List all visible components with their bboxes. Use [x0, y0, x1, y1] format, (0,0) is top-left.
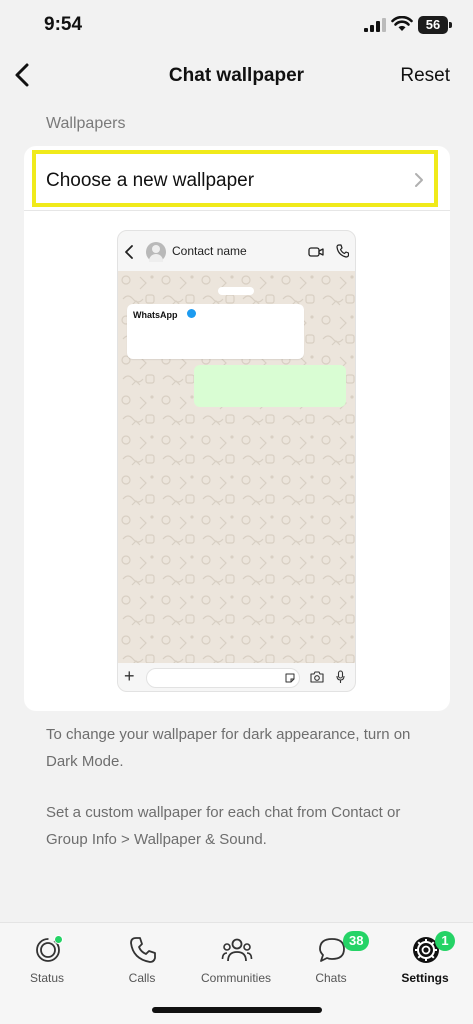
- preview-sender-name: WhatsApp: [133, 310, 178, 320]
- plus-icon: +: [124, 666, 135, 686]
- preview-chat-header: Contact name: [118, 231, 355, 271]
- tab-label: Communities: [200, 971, 272, 985]
- preview-outgoing-message: [194, 365, 346, 407]
- preview-date-chip: [218, 287, 254, 295]
- navigation-bar: Chat wallpaper Reset: [0, 52, 473, 100]
- chats-badge: 38: [343, 931, 370, 951]
- dark-mode-hint: To change your wallpaper for dark appear…: [46, 726, 411, 770]
- video-call-icon: [308, 247, 324, 257]
- wallpaper-card: Choose a new wallpaper Contact name What…: [24, 146, 450, 711]
- chevron-right-icon: [415, 173, 423, 187]
- section-label: Wallpapers: [46, 115, 126, 132]
- wallpaper-preview: Contact name WhatsApp +: [117, 230, 356, 692]
- tab-status[interactable]: Status: [2, 935, 92, 991]
- camera-icon: [310, 671, 324, 683]
- microphone-icon: [336, 670, 345, 683]
- preview-message-field: [146, 668, 300, 688]
- verified-badge-icon: [187, 309, 196, 318]
- preview-back-icon: [125, 245, 133, 259]
- custom-wallpaper-hint: Set a custom wallpaper for each chat fro…: [46, 804, 401, 848]
- choose-wallpaper-label: Choose a new wallpaper: [46, 170, 255, 191]
- tab-communities[interactable]: Communities: [191, 935, 281, 991]
- reset-button[interactable]: Reset: [400, 65, 450, 87]
- preview-incoming-message: WhatsApp: [127, 304, 304, 359]
- battery-icon: 56: [418, 16, 448, 34]
- preview-contact-name: Contact name: [172, 244, 247, 258]
- signal-icon: [364, 18, 386, 32]
- choose-wallpaper-row[interactable]: Choose a new wallpaper: [32, 150, 438, 207]
- tab-calls[interactable]: Calls: [97, 935, 187, 991]
- status-time: 9:54: [44, 14, 83, 35]
- tab-settings[interactable]: 1 Settings: [380, 931, 470, 991]
- battery-tip: [449, 22, 452, 28]
- phone-call-icon: [336, 244, 349, 258]
- wifi-icon: [391, 16, 413, 31]
- divider: [24, 210, 450, 211]
- tab-label: Status: [29, 971, 65, 985]
- sticker-icon: [285, 673, 295, 683]
- home-indicator: [152, 1007, 322, 1013]
- communities-icon: [221, 938, 253, 962]
- status-update-dot: [54, 935, 63, 944]
- tab-label: Chats: [315, 971, 347, 985]
- phone-icon: [130, 937, 156, 963]
- tab-label: Settings: [401, 971, 449, 985]
- settings-badge: 1: [435, 931, 455, 951]
- tab-chats[interactable]: 38 Chats: [286, 931, 376, 991]
- tab-label: Calls: [128, 971, 156, 985]
- status-bar: 9:54 56: [0, 0, 473, 52]
- preview-input-bar: +: [118, 663, 355, 691]
- preview-avatar: [146, 242, 166, 262]
